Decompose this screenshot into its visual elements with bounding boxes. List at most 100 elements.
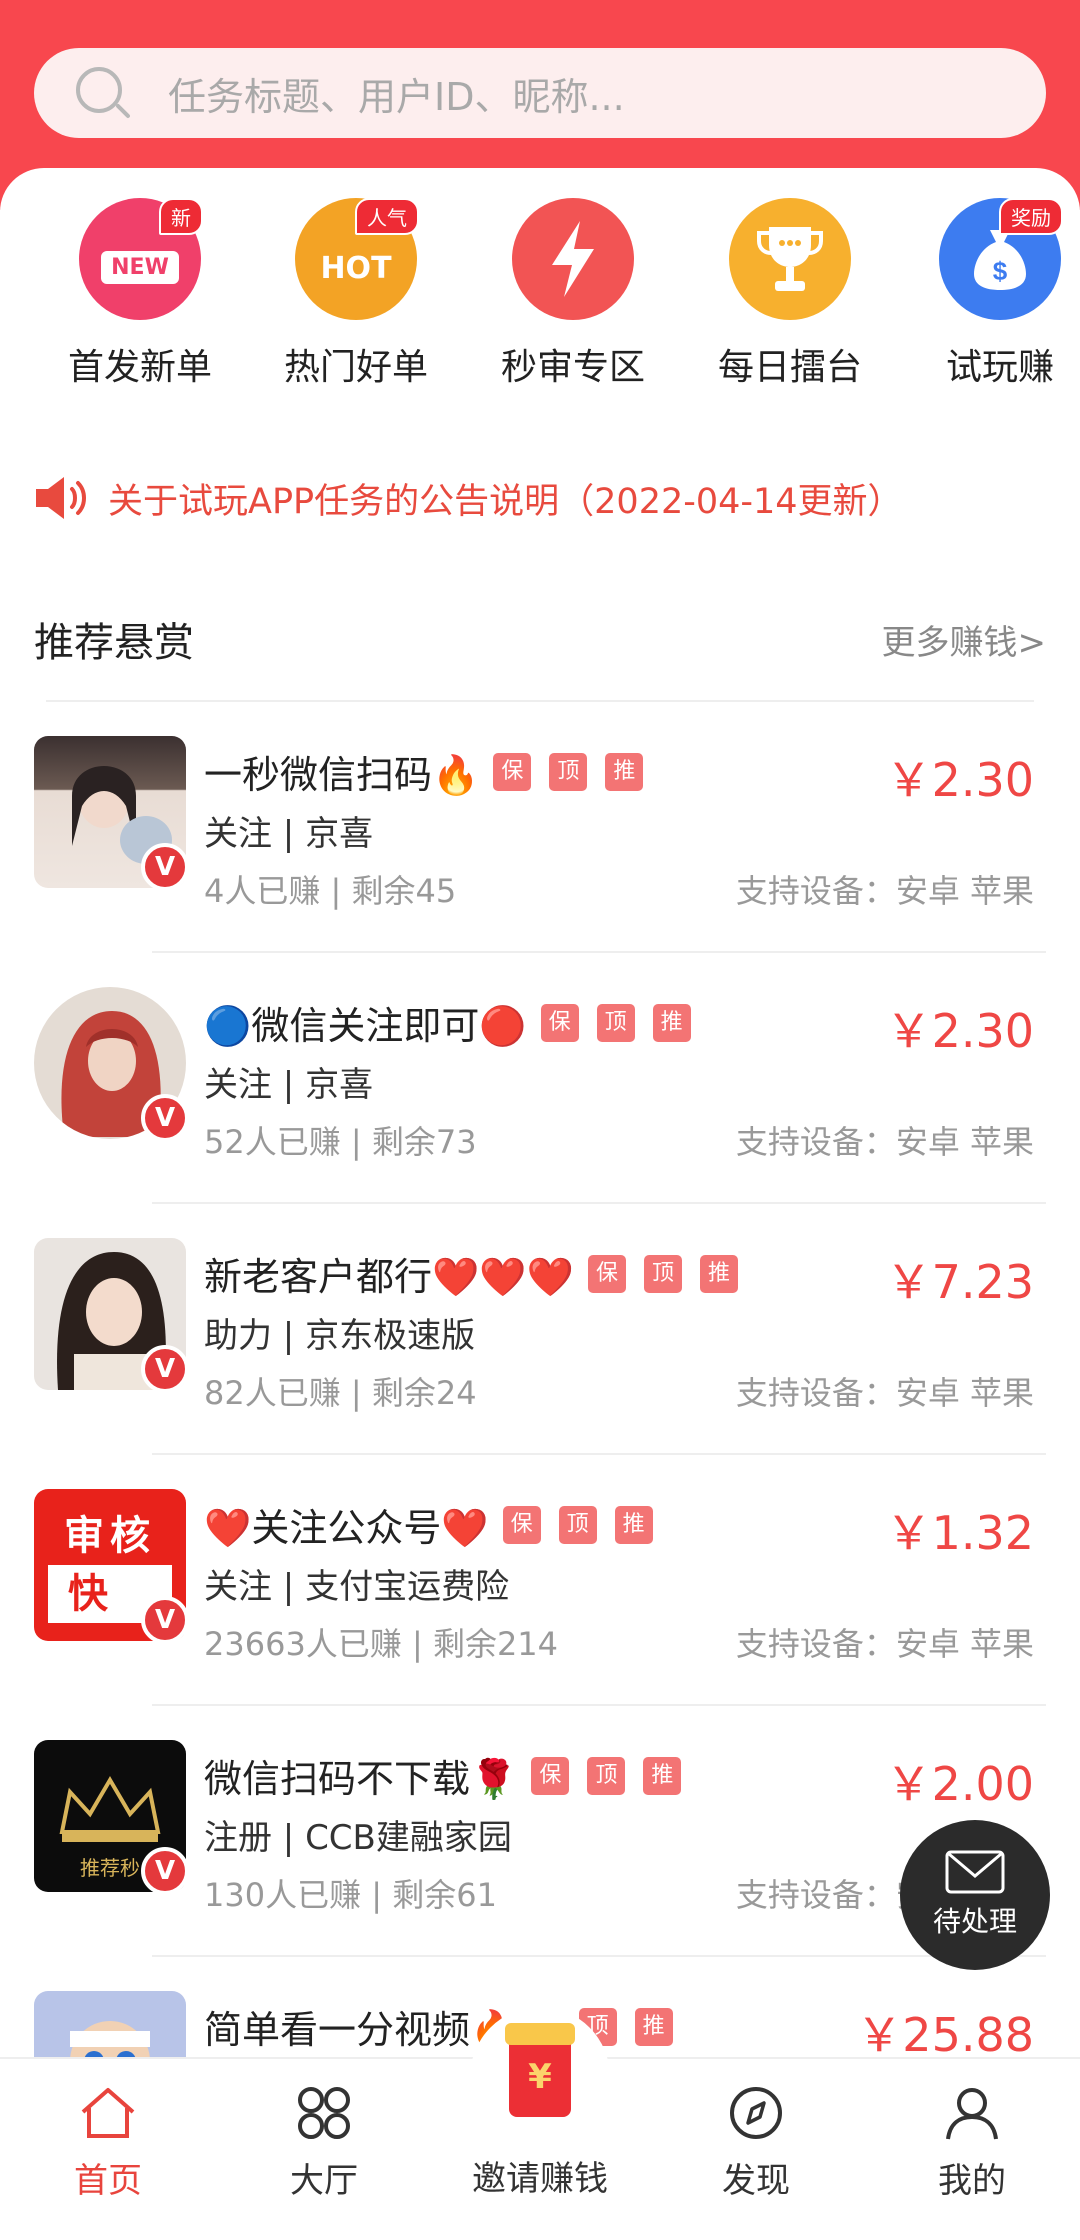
- task-title: 新老客户都行❤️❤️❤️ 保 顶 推: [204, 1246, 756, 1301]
- tab-label: 发现: [722, 2161, 790, 2201]
- task-price: ￥7.23: [885, 1255, 1034, 1309]
- task-title: 简单看一分视频🔥🔥 顶 推: [204, 1999, 691, 2054]
- task-category: 关注 | 京喜: [204, 1065, 374, 1105]
- category-new[interactable]: 新 NEW 首发新单: [40, 198, 240, 390]
- task-title: 一秒微信扫码🔥 保 顶 推: [204, 744, 661, 799]
- task-remaining: 剩余24: [371, 1374, 477, 1412]
- category-row: 新 NEW 首发新单 人气 HOT 热门好单 秒审专区 每日擂台 奖励 $ 试玩…: [0, 198, 1080, 388]
- task-earned: 82人已赚 |: [204, 1374, 372, 1412]
- task-devices: 支持设备：安卓 苹果: [735, 1625, 1034, 1663]
- search-bar[interactable]: 任务标题、用户ID、昵称...: [34, 48, 1046, 138]
- hot-icon: 人气 HOT: [295, 198, 419, 320]
- tab-label: 首页: [74, 2161, 142, 2201]
- bottom-tab-bar: 首页 大厅 ¥ 邀请赚钱 发现 我的: [0, 2007, 1080, 2240]
- pending-button[interactable]: 待处理: [900, 1820, 1050, 1970]
- verified-badge: V: [141, 1345, 189, 1393]
- task-tags: 保 顶 推: [493, 752, 661, 791]
- task-category: 关注 | 支付宝运费险: [204, 1567, 510, 1607]
- task-tags: 保 顶 推: [502, 1505, 671, 1544]
- task-devices: 支持设备：安卓 苹果: [735, 1374, 1034, 1412]
- tag-recommend: 推: [605, 752, 644, 791]
- task-stats: 82人已赚 | 剩余24: [204, 1368, 477, 1414]
- verified-badge: V: [141, 843, 189, 891]
- task-item[interactable]: V 新老客户都行❤️❤️❤️ 保 顶 推 ￥7.23 助力 | 京东极速版 82…: [0, 1204, 1080, 1455]
- tag-recommend: 推: [699, 1254, 738, 1293]
- task-category: 注册 | CCB建融家园: [204, 1818, 512, 1858]
- avatar-char: 审: [64, 1513, 110, 1559]
- tag-top: 顶: [549, 752, 588, 791]
- search-icon: [70, 61, 134, 125]
- task-category: 关注 | 京喜: [204, 814, 374, 854]
- task-tags: 保 顶 推: [540, 1003, 709, 1042]
- section-title: 推荐悬赏: [34, 620, 194, 666]
- pending-label: 待处理: [932, 1905, 1017, 1938]
- main-content: 新 NEW 首发新单 人气 HOT 热门好单 秒审专区 每日擂台 奖励 $ 试玩…: [0, 168, 1080, 2143]
- task-category: 助力 | 京东极速版: [204, 1316, 476, 1356]
- task-price: ￥2.00: [885, 1757, 1034, 1811]
- red-envelope-icon: ¥: [505, 2023, 575, 2117]
- task-stats: 52人已赚 | 剩余73: [204, 1117, 477, 1163]
- verified-badge: V: [141, 1596, 189, 1644]
- category-daily-arena[interactable]: 每日擂台: [690, 198, 890, 390]
- tag-top: 顶: [596, 1003, 635, 1042]
- tab-mine[interactable]: 我的: [892, 2083, 1052, 2202]
- task-tags: 保 顶 推: [587, 1254, 756, 1293]
- task-stats: 130人已赚 | 剩余61: [204, 1870, 497, 1916]
- tab-invite-label[interactable]: 邀请赚钱: [440, 2151, 640, 2200]
- more-link[interactable]: 更多赚钱>: [882, 615, 1047, 664]
- task-title: 微信扫码不下载🌹 保 顶 推: [204, 1748, 699, 1803]
- task-item[interactable]: V 一秒微信扫码🔥 保 顶 推 ￥2.30 关注 | 京喜 4人已赚 | 剩余4…: [0, 702, 1080, 953]
- tab-discover[interactable]: 发现: [676, 2083, 836, 2202]
- task-price: ￥2.30: [885, 753, 1034, 807]
- invite-icon-wrap[interactable]: ¥: [470, 2007, 610, 2147]
- grid-icon: [298, 2087, 350, 2139]
- task-remaining: 剩余45: [351, 872, 457, 910]
- tag-guarantee: 保: [493, 752, 532, 791]
- tab-label: 大厅: [290, 2161, 358, 2201]
- task-stats: 4人已赚 | 剩余45: [204, 866, 456, 912]
- announcement-text: 关于试玩APP任务的公告说明（2022-04-14更新）: [108, 481, 903, 522]
- task-devices: 支持设备：安卓 苹果: [735, 1123, 1034, 1161]
- compass-icon: [730, 2087, 782, 2139]
- category-fast-review[interactable]: 秒审专区: [473, 198, 673, 390]
- new-badge: 新: [159, 198, 203, 235]
- new-icon-text: NEW: [101, 250, 179, 284]
- category-hot[interactable]: 人气 HOT 热门好单: [256, 198, 456, 390]
- task-item[interactable]: 审核 快 V ❤️关注公众号❤️ 保 顶 推 ￥1.32 关注 | 支付宝运费险…: [0, 1455, 1080, 1706]
- category-label: 首发新单: [67, 347, 212, 388]
- verified-badge: V: [141, 1094, 189, 1142]
- search-placeholder: 任务标题、用户ID、昵称...: [168, 74, 625, 119]
- task-earned: 23663人已赚 |: [204, 1625, 433, 1663]
- tab-hall[interactable]: 大厅: [244, 2083, 404, 2202]
- tab-home[interactable]: 首页: [28, 2083, 188, 2202]
- task-title-text: 一秒微信扫码🔥: [204, 753, 480, 797]
- category-label: 热门好单: [283, 347, 428, 388]
- task-price: ￥25.88: [856, 2008, 1034, 2062]
- user-icon: [946, 2088, 998, 2140]
- task-title-text: 微信扫码不下载🌹: [204, 1757, 518, 1801]
- task-devices: 支持设备：安卓 苹果: [735, 872, 1034, 910]
- category-label: 试玩赚: [945, 347, 1054, 388]
- tab-label: 我的: [938, 2161, 1006, 2201]
- task-title: 🔵微信关注即可🔴 保 顶 推: [204, 995, 709, 1050]
- new-icon: 新 NEW: [79, 198, 203, 320]
- task-price: ￥2.30: [885, 1004, 1034, 1058]
- announcement-bar[interactable]: 关于试玩APP任务的公告说明（2022-04-14更新）: [34, 468, 1054, 528]
- task-remaining: 剩余214: [432, 1625, 559, 1663]
- task-stats: 23663人已赚 | 剩余214: [204, 1619, 558, 1665]
- tag-guarantee: 保: [502, 1505, 541, 1544]
- svg-text:$: $: [993, 256, 1008, 286]
- avatar-text: 审核: [34, 1503, 186, 1561]
- tag-top: 顶: [643, 1254, 682, 1293]
- tag-recommend: 推: [643, 1756, 682, 1795]
- tag-top: 顶: [558, 1505, 597, 1544]
- trophy-icon: [729, 198, 851, 320]
- hot-badge: 人气: [355, 198, 419, 235]
- tag-guarantee: 保: [587, 1254, 626, 1293]
- tag-guarantee: 保: [531, 1756, 570, 1795]
- speaker-icon: [36, 477, 86, 519]
- task-title: ❤️关注公众号❤️ 保 顶 推: [204, 1497, 671, 1552]
- category-label: 每日擂台: [717, 347, 862, 388]
- task-item[interactable]: V 🔵微信关注即可🔴 保 顶 推 ￥2.30 关注 | 京喜 52人已赚 | 剩…: [0, 953, 1080, 1204]
- category-trial-earn[interactable]: 奖励 $ 试玩赚: [900, 198, 1080, 390]
